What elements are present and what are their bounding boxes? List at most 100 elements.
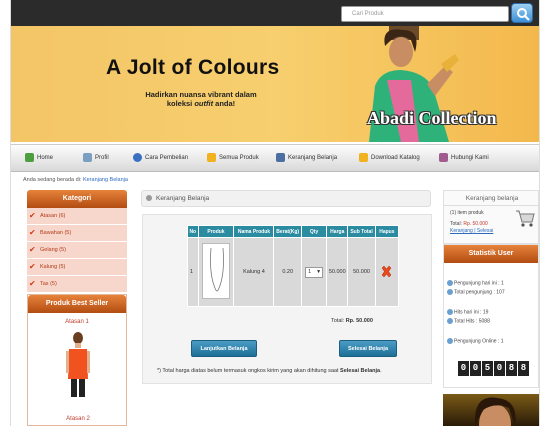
page-margin	[0, 0, 10, 426]
search-button[interactable]	[511, 3, 533, 23]
cart-links: Keranjang | Selesai	[450, 228, 493, 234]
main-title: Keranjang Belanja	[156, 195, 210, 202]
check-icon: ✔	[29, 245, 36, 254]
search-icon	[517, 8, 530, 21]
category-label: Kalung (5)	[40, 264, 66, 270]
category-item[interactable]: ✔ Gelang (5)	[27, 242, 127, 259]
nav-download-label: Download Katalog	[371, 154, 420, 161]
bullet-icon	[146, 195, 152, 201]
nav-semua-produk[interactable]: Semua Produk	[207, 153, 259, 162]
stat-hits-total: Total Hits : 5088	[447, 318, 490, 324]
col-header: Produk	[197, 225, 235, 238]
user-statistics-box: Statistik User Pengunjung hari ini : 1 T…	[443, 244, 539, 388]
check-icon: ✔	[29, 228, 36, 237]
cart-link-separator: |	[474, 228, 476, 234]
cart-table-header: No Produk Nama Produk Berat(Kg) Qty Harg…	[187, 225, 400, 238]
category-item[interactable]: ✔ Kalung (5)	[27, 259, 127, 276]
nav-home-label: Home	[37, 154, 54, 161]
banner-title: A Jolt of Colours	[106, 56, 280, 79]
delete-button[interactable]	[381, 265, 392, 277]
breadcrumb-current[interactable]: Keranjang Belanja	[83, 177, 128, 183]
nav-keranjang-label: Keranjang Belanja	[288, 154, 338, 161]
cell-subtotal: 50.000	[347, 237, 376, 307]
nav-download-katalog[interactable]: Download Katalog	[359, 153, 420, 162]
cart-icon	[276, 153, 285, 162]
counter-digit: 8	[506, 361, 517, 376]
stat-text: Total Hits : 5088	[454, 318, 490, 325]
promo-image[interactable]	[443, 394, 539, 426]
total-label: Total:	[331, 318, 345, 324]
contact-icon	[439, 153, 448, 162]
note-suffix: .	[380, 368, 382, 374]
qty-value: 1	[308, 268, 312, 275]
cell-no: 1	[187, 237, 199, 307]
nav-cara-pembelian[interactable]: Cara Pembelian	[133, 153, 188, 162]
shop-page: Cari Produk A Jolt of Colours Hadirkan n…	[10, 0, 540, 426]
main-title-bar: Keranjang Belanja	[141, 190, 431, 207]
cart-link[interactable]: Keranjang	[450, 228, 473, 234]
cart-box-total-value: Rp. 50.000	[463, 221, 488, 227]
banner-subtitle-line2: koleksi outfit anda!	[166, 99, 236, 108]
checkout-button[interactable]: Selesai Belanja	[339, 340, 397, 357]
shopping-cart-icon	[516, 210, 535, 227]
stat-text: Pengunjung Online : 1	[454, 338, 504, 345]
cell-price: 50.000	[326, 237, 349, 307]
banner-subtitle: Hadirkan nuansa vibrant dalam koleksi ou…	[131, 90, 271, 108]
continue-shopping-button[interactable]: Lanjutkan Belanja	[191, 340, 257, 357]
counter-digit: 0	[494, 361, 505, 376]
hero-banner: A Jolt of Colours Hadirkan nuansa vibran…	[11, 26, 539, 142]
home-icon	[25, 153, 34, 162]
nav-home[interactable]: Home	[25, 153, 53, 162]
cell-name: Kalung 4	[233, 237, 275, 307]
stat-online: Pengunjung Online : 1	[447, 338, 503, 344]
users-icon	[447, 318, 453, 324]
total-value: Rp. 50.000	[345, 318, 373, 324]
chevron-down-icon: ▼	[316, 268, 322, 275]
category-label: Bawahan (5)	[40, 230, 72, 236]
stat-hits-today: Hits hari ini : 19	[447, 309, 488, 315]
category-item[interactable]: ✔ Tas (5)	[27, 276, 127, 293]
users-icon	[447, 289, 453, 295]
category-item[interactable]: ✔ Bawahan (5)	[27, 225, 127, 242]
users-icon	[447, 309, 453, 315]
nav-keranjang-belanja[interactable]: Keranjang Belanja	[276, 153, 337, 162]
table-row: 1 Kalung 4 0.20 1 ▼ 50.000 50.000	[187, 237, 400, 307]
cell-delete	[374, 237, 400, 307]
main-nav: Home Profil Cara Pembelian Semua Produk …	[11, 144, 539, 172]
promo-model-image	[474, 397, 516, 426]
category-item[interactable]: ✔ Atasan (6)	[27, 208, 127, 225]
product-thumbnail[interactable]	[201, 242, 230, 299]
stat-visitors-today: Pengunjung hari ini : 1	[447, 280, 504, 286]
banner-subtitle-line1: Hadirkan nuansa vibrant dalam	[145, 90, 257, 99]
check-icon: ✔	[29, 211, 36, 220]
counter-digit: 0	[470, 361, 481, 376]
stat-text: Pengunjung hari ini : 1	[454, 280, 504, 287]
col-header: Nama Produk	[233, 225, 275, 238]
star-icon	[359, 153, 368, 162]
col-header: Berat(Kg)	[273, 225, 302, 238]
category-sidebar: Kategori ✔ Atasan (6) ✔ Bawahan (5) ✔ Gelan…	[27, 190, 127, 293]
best-seller-box: Produk Best Seller Atasan 1 Atasan 2	[27, 294, 127, 426]
checkout-link[interactable]: Selesai	[477, 228, 493, 234]
best-seller-item-name[interactable]: Atasan 1	[28, 319, 126, 325]
nav-profil[interactable]: Profil	[83, 153, 109, 162]
cart-total: Total: Rp. 50.000	[331, 318, 373, 324]
users-icon	[447, 338, 453, 344]
check-icon: ✔	[29, 262, 36, 271]
check-icon: ✔	[29, 279, 36, 288]
nav-semua-produk-label: Semua Produk	[219, 154, 259, 161]
delete-icon	[382, 265, 392, 277]
users-icon	[447, 280, 453, 286]
nav-profil-label: Profil	[95, 154, 109, 161]
counter-digit: 8	[518, 361, 529, 376]
search-input[interactable]: Cari Produk	[341, 6, 509, 22]
product-image[interactable]	[64, 331, 92, 397]
qty-select[interactable]: 1 ▼	[305, 266, 324, 278]
nav-hubungi-kami[interactable]: Hubungi Kami	[439, 153, 489, 162]
browser-page: Cari Produk A Jolt of Colours Hadirkan n…	[0, 0, 549, 426]
category-label: Tas (5)	[40, 281, 57, 287]
best-seller-item-name[interactable]: Atasan 2	[28, 416, 128, 422]
shipping-note: *) Total harga diatas belum termasuk ong…	[157, 368, 382, 374]
col-header: Qty	[300, 225, 328, 238]
stat-text: Total pengunjung : 107	[454, 289, 505, 296]
